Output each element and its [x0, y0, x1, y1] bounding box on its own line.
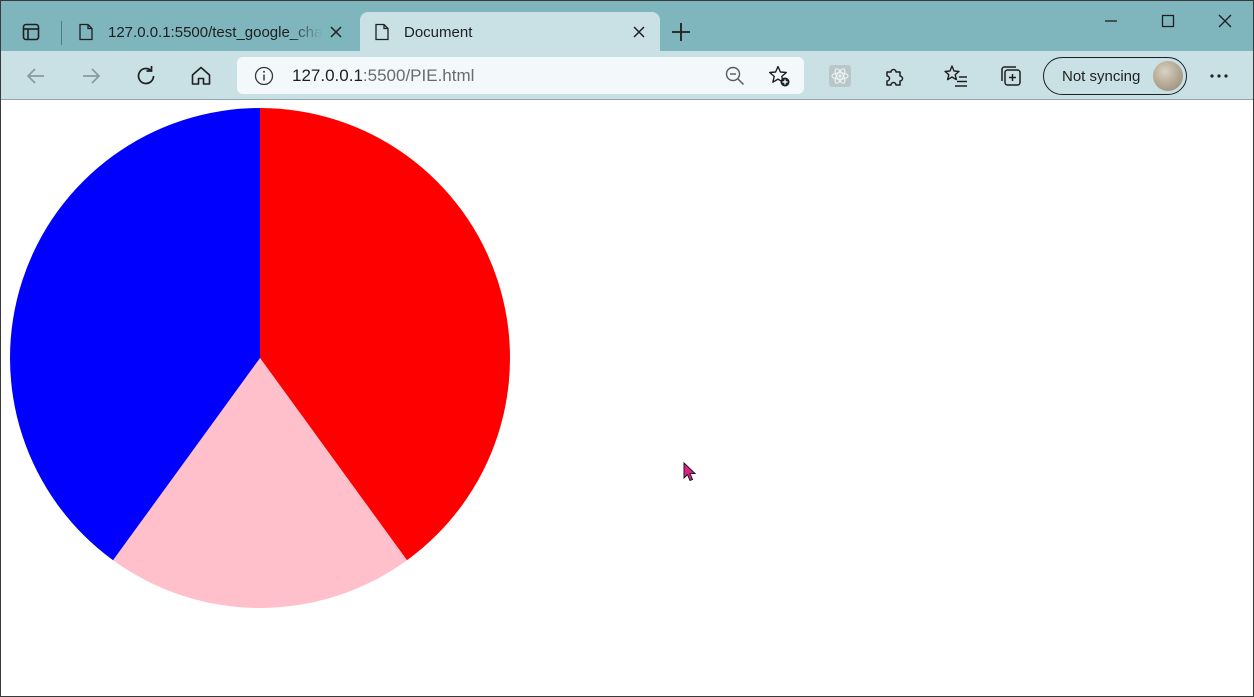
- plus-icon[interactable]: [669, 20, 693, 44]
- back-icon: [26, 68, 44, 84]
- extensions-button[interactable]: [882, 63, 908, 89]
- close-icon[interactable]: [328, 24, 344, 40]
- url-path: :5500/PIE.html: [362, 66, 475, 85]
- toolbar: 127.0.0.1:5500/PIE.html Not syncing: [1, 51, 1253, 100]
- add-favorite-icon[interactable]: [767, 64, 791, 88]
- info-icon[interactable]: [254, 66, 274, 86]
- extensions-icon: [886, 68, 904, 86]
- forward-button[interactable]: [78, 63, 104, 89]
- page-icon: [375, 23, 389, 41]
- refresh-icon: [137, 66, 155, 85]
- profile-button[interactable]: Not syncing: [1043, 57, 1187, 95]
- collections-icon: [1001, 66, 1021, 86]
- react-extension-button[interactable]: [827, 63, 853, 89]
- tab-title: 127.0.0.1:5500/test_google_chart: [108, 23, 322, 41]
- refresh-button[interactable]: [133, 63, 159, 89]
- address-bar[interactable]: 127.0.0.1:5500/PIE.html: [237, 57, 804, 94]
- zoom-out-icon[interactable]: [724, 65, 746, 87]
- page-content: [1, 101, 1253, 696]
- close-icon[interactable]: [631, 24, 647, 40]
- tab-separator: [61, 21, 62, 45]
- home-icon: [191, 66, 211, 85]
- pie-chart: [10, 108, 510, 608]
- collections-button[interactable]: [998, 63, 1024, 89]
- close-window-icon[interactable]: [1213, 9, 1237, 33]
- tab-title: Document: [404, 23, 473, 41]
- avatar: [1153, 61, 1183, 91]
- url-host: 127.0.0.1: [292, 66, 363, 85]
- tab-test-google-chart[interactable]: 127.0.0.1:5500/test_google_chart: [64, 12, 357, 52]
- mouse-cursor-icon: [683, 462, 697, 482]
- browser-window: 127.0.0.1:5500/test_google_chart Documen…: [0, 0, 1254, 697]
- page-icon: [79, 23, 93, 41]
- maximize-icon[interactable]: [1156, 9, 1180, 33]
- home-button[interactable]: [188, 63, 214, 89]
- profile-label: Not syncing: [1062, 67, 1141, 85]
- minimize-icon[interactable]: [1099, 9, 1123, 33]
- tab-strip: 127.0.0.1:5500/test_google_chart Documen…: [1, 1, 1253, 52]
- more-icon: [1210, 74, 1228, 78]
- back-button[interactable]: [23, 63, 49, 89]
- favorites-button[interactable]: [943, 63, 969, 89]
- forward-icon: [83, 68, 101, 84]
- favorites-icon: [944, 65, 967, 87]
- more-button[interactable]: [1206, 63, 1232, 89]
- url-text[interactable]: 127.0.0.1:5500/PIE.html: [292, 66, 474, 86]
- tab-actions-icon[interactable]: [15, 18, 47, 46]
- tab-document[interactable]: Document: [360, 12, 660, 52]
- react-extension-icon: [829, 65, 851, 87]
